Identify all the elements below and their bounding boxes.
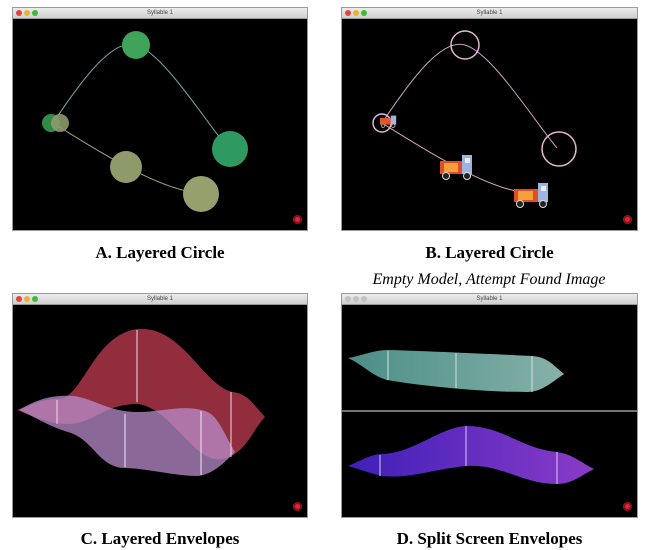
layer-circle[interactable] — [51, 114, 69, 132]
layer-circle[interactable] — [183, 176, 219, 212]
window-d: Syllable 1 — [341, 293, 638, 518]
truck-icon — [440, 155, 472, 180]
canvas-c[interactable] — [13, 304, 307, 517]
layer-circle-outline[interactable] — [541, 131, 577, 167]
trajectory-curve — [52, 43, 229, 149]
caption-d: D. Split Screen Envelopes — [396, 529, 583, 548]
record-icon[interactable] — [293, 215, 302, 224]
window-title: Syllable 1 — [146, 296, 173, 302]
trajectory-curve — [381, 43, 558, 149]
window-title: Syllable 1 — [146, 10, 173, 16]
record-icon[interactable] — [623, 215, 632, 224]
record-icon[interactable] — [293, 502, 302, 511]
canvas-d[interactable] — [342, 304, 637, 517]
caption-c: C. Layered Envelopes — [80, 529, 240, 548]
layer-circle[interactable] — [122, 31, 150, 59]
caption-b: B. Layered Circle — [425, 243, 554, 262]
truck-icon — [514, 183, 548, 208]
window-title: Syllable 1 — [476, 10, 503, 16]
layer-circle[interactable] — [212, 131, 248, 167]
layer-circle[interactable] — [110, 151, 142, 183]
caption-a: A. Layered Circle — [95, 243, 225, 262]
canvas-a[interactable] — [13, 18, 307, 230]
window-title: Syllable 1 — [476, 296, 503, 302]
window-c: Syllable 1 — [12, 293, 308, 518]
window-a: Syllable 1 — [12, 7, 308, 231]
subcaption-b: Empty Model, Attempt Found Image — [372, 271, 606, 288]
record-icon[interactable] — [623, 502, 632, 511]
window-b: Syllable 1 — [341, 7, 638, 231]
trajectory-curve — [381, 122, 533, 194]
canvas-b[interactable] — [342, 18, 637, 230]
